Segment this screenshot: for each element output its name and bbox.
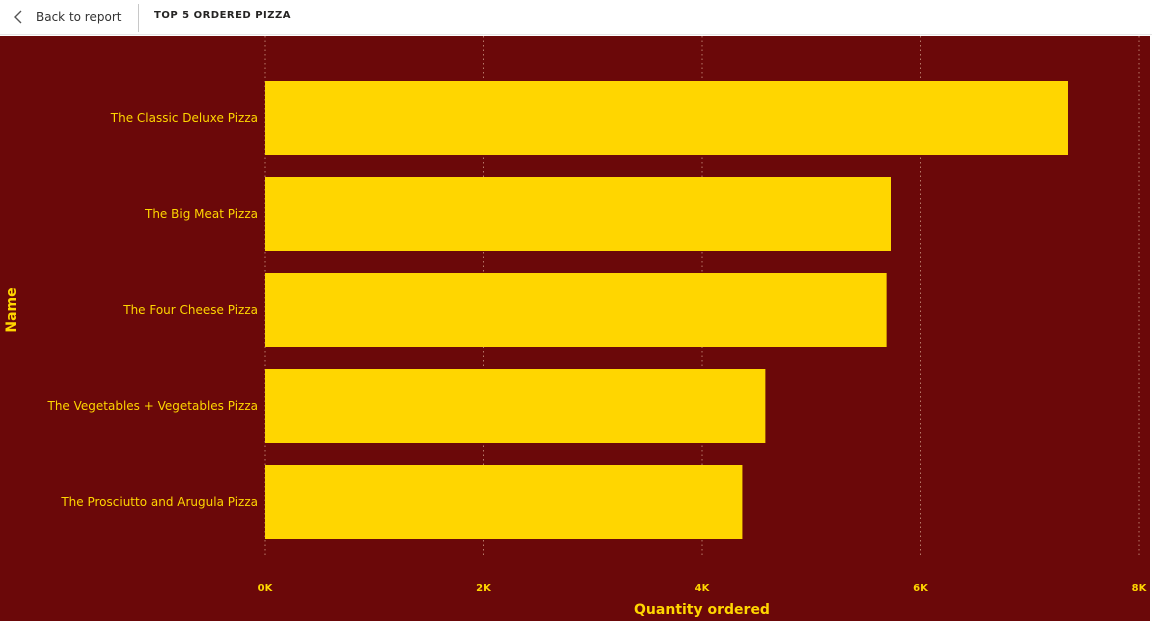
chevron-left-icon <box>14 10 22 24</box>
category-labels: The Classic Deluxe Pizza The Big Meat Piz… <box>47 111 259 509</box>
bar[interactable] <box>265 177 892 251</box>
x-tick-labels: 0K 2K 4K 6K 8K <box>258 583 1148 594</box>
bar[interactable] <box>265 369 766 443</box>
y-axis-title: Name <box>4 287 20 332</box>
back-to-report-label: Back to report <box>36 10 122 24</box>
header-divider <box>138 4 139 32</box>
report-header: Back to report TOP 5 ORDERED PIZZA <box>0 0 1152 35</box>
x-axis-title: Quantity ordered <box>634 602 770 618</box>
category-label: The Classic Deluxe Pizza <box>110 111 258 125</box>
x-tick-label: 2K <box>476 583 492 594</box>
bar-chart: The Classic Deluxe Pizza The Big Meat Piz… <box>4 36 1148 618</box>
bars <box>265 81 1068 539</box>
x-tick-label: 8K <box>1132 583 1148 594</box>
back-to-report-button[interactable]: Back to report <box>10 4 121 30</box>
page-title: TOP 5 ORDERED PIZZA <box>154 10 292 21</box>
category-label: The Big Meat Pizza <box>144 207 258 221</box>
chart-area: The Classic Deluxe Pizza The Big Meat Piz… <box>0 36 1150 621</box>
bar[interactable] <box>265 273 887 347</box>
category-label: The Vegetables + Vegetables Pizza <box>47 399 259 413</box>
x-tick-label: 4K <box>695 583 711 594</box>
bar[interactable] <box>265 81 1068 155</box>
x-tick-label: 6K <box>913 583 929 594</box>
x-tick-label: 0K <box>258 583 274 594</box>
bar[interactable] <box>265 465 743 539</box>
category-label: The Four Cheese Pizza <box>122 303 258 317</box>
category-label: The Prosciutto and Arugula Pizza <box>60 495 258 509</box>
